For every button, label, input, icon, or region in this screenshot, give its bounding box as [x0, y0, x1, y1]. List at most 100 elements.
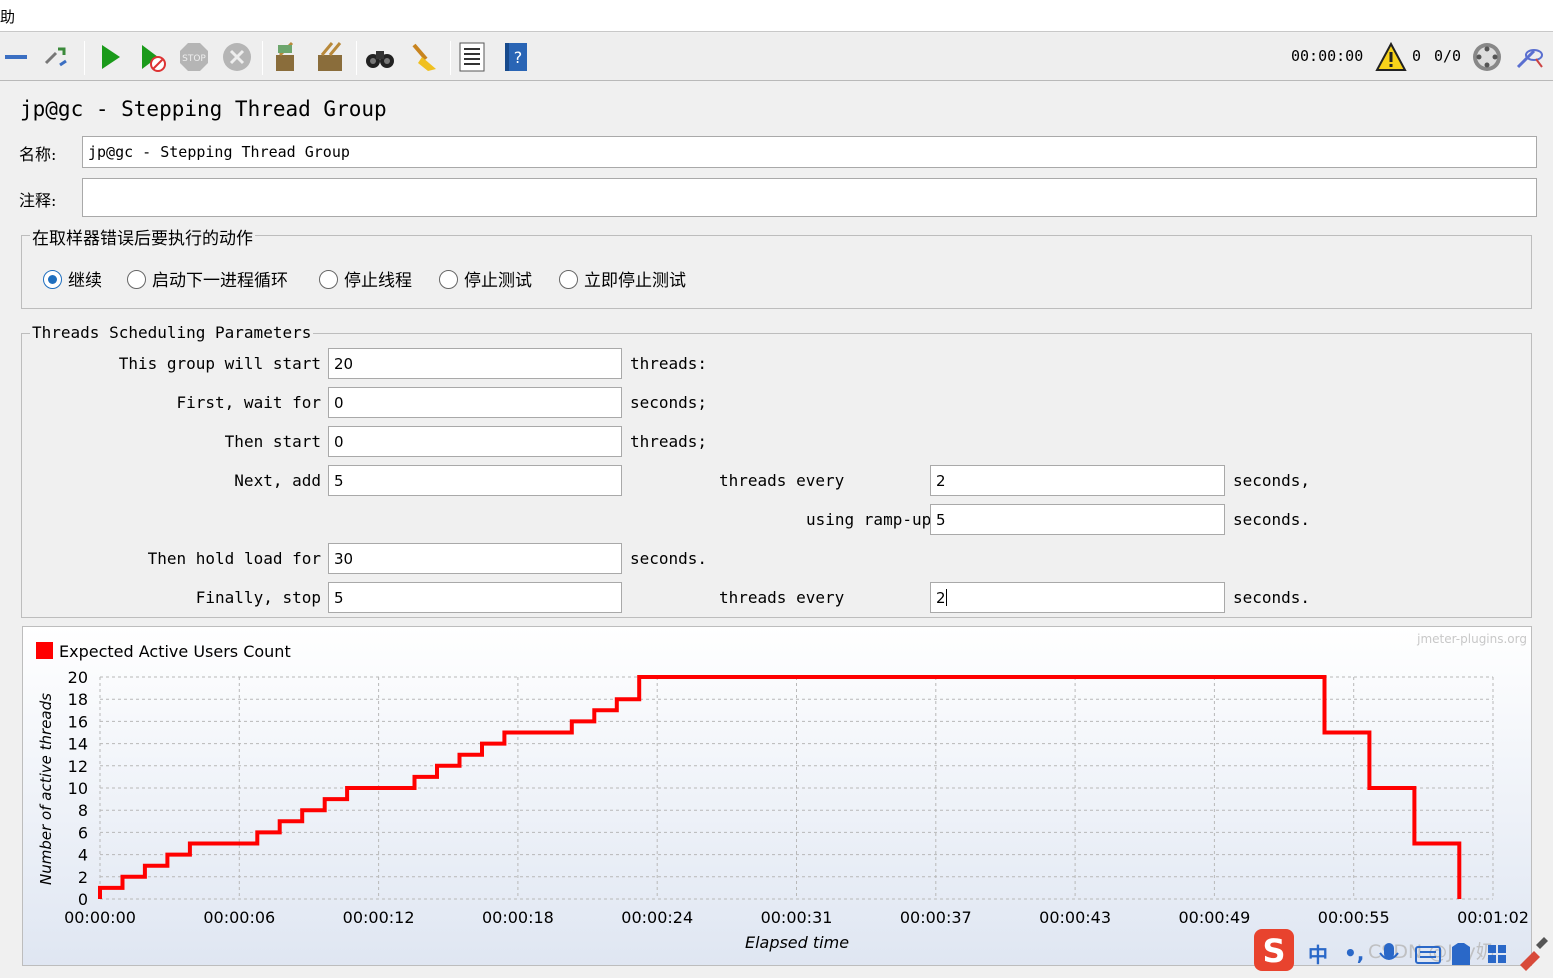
stop-every-label: threads every: [719, 588, 845, 607]
menu-item-help[interactable]: 助: [0, 6, 15, 27]
next-add-every-label: threads every: [719, 471, 845, 490]
y-tick-label: 16: [68, 712, 88, 731]
ime-punct-label[interactable]: •,: [1344, 941, 1364, 965]
initial-delay-unit: seconds;: [630, 393, 708, 412]
chart-svg: jmeter-plugins.org Expected Active Users…: [23, 627, 1531, 965]
then-start-label: Then start: [224, 432, 321, 451]
toolbar: STOP ? 00:00:00 0 0/0: [0, 33, 1553, 81]
collapse-icon[interactable]: [2, 41, 34, 73]
svg-text:?: ?: [514, 48, 523, 67]
y-tick-label: 10: [68, 779, 88, 798]
x-tick-label: 00:00:06: [203, 908, 275, 927]
stop-unit: seconds.: [1233, 588, 1311, 607]
chart-watermark: jmeter-plugins.org: [1416, 632, 1527, 646]
y-tick-label: 12: [68, 757, 88, 776]
toolbar-separator: [84, 41, 85, 75]
x-tick-label: 00:00:18: [482, 908, 554, 927]
start-icon[interactable]: [94, 41, 126, 73]
text-caret: [945, 589, 947, 606]
y-tick-label: 18: [68, 690, 88, 709]
x-tick-label: 00:00:00: [64, 908, 136, 927]
search-icon[interactable]: [364, 41, 396, 73]
name-label: 名称:: [19, 145, 57, 164]
error-action-legend: 在取样器错误后要执行的动作: [30, 224, 255, 249]
remote-icon: [1473, 43, 1501, 71]
comment-label: 注释:: [19, 191, 57, 210]
y-tick-label: 0: [78, 890, 88, 909]
x-axis-label: Elapsed time: [745, 933, 849, 952]
warning-count: 0: [1412, 47, 1422, 65]
radio-start-next-loop[interactable]: 启动下一进程循环: [127, 266, 288, 291]
x-tick-label: 00:00:12: [343, 908, 415, 927]
start-threads-input[interactable]: 20: [328, 348, 622, 379]
x-tick-label: 00:00:43: [1039, 908, 1111, 927]
scheduling-legend: Threads Scheduling Parameters: [30, 323, 314, 342]
start-no-pause-icon[interactable]: [136, 41, 168, 73]
toolbar-separator: [450, 41, 451, 75]
expected-users-chart: jmeter-plugins.org Expected Active Users…: [22, 626, 1532, 966]
elapsed-timer: 00:00:00: [1291, 47, 1364, 65]
warning-icon[interactable]: [1375, 41, 1407, 73]
name-input[interactable]: jp@gc - Stepping Thread Group: [82, 136, 1537, 168]
y-axis-label: Number of active threads: [37, 693, 55, 885]
stop-threads-label: Finally, stop: [195, 588, 321, 607]
next-add-unit: seconds,: [1233, 471, 1311, 490]
then-start-input[interactable]: 0: [328, 426, 622, 457]
svg-text:S: S: [1262, 932, 1285, 970]
thread-count: 0/0: [1434, 47, 1462, 65]
y-tick-label: 6: [78, 823, 88, 842]
hold-load-unit: seconds.: [630, 549, 708, 568]
next-add-every-input[interactable]: 2: [930, 465, 1225, 496]
toggle-icon[interactable]: [42, 41, 74, 73]
toolbar-separator: [356, 41, 357, 75]
hold-load-input[interactable]: 30: [328, 543, 622, 574]
y-tick-label: 2: [78, 868, 88, 887]
initial-delay-input[interactable]: 0: [328, 387, 622, 418]
x-tick-label: 00:00:24: [621, 908, 693, 927]
ime-toolbar-svg: S 中 •, CSDN @Jay奶: [1254, 929, 1548, 971]
radio-stop-test[interactable]: 停止测试: [439, 266, 532, 291]
clear-all-icon[interactable]: [314, 41, 346, 73]
rampup-unit: seconds.: [1233, 510, 1311, 529]
initial-delay-label: First, wait for: [176, 393, 322, 412]
y-tick-label: 20: [68, 668, 88, 687]
ime-toolbar: S 中 •, CSDN @Jay奶: [1250, 925, 1553, 974]
rampup-input[interactable]: 5: [930, 504, 1225, 535]
radio-continue-selected[interactable]: [43, 270, 62, 289]
y-tick-label: 14: [68, 735, 88, 754]
x-tick-label: 00:00:37: [900, 908, 972, 927]
svg-text:STOP: STOP: [182, 54, 206, 64]
start-threads-unit: threads:: [630, 354, 708, 373]
ime-mode-label[interactable]: 中: [1308, 943, 1328, 967]
next-add-input[interactable]: 5: [328, 465, 622, 496]
hold-load-label: Then hold load for: [147, 549, 321, 568]
radio-stop-thread[interactable]: 停止线程: [319, 266, 412, 291]
then-start-unit: threads;: [630, 432, 708, 451]
next-add-label: Next, add: [234, 471, 321, 490]
function-helper-icon[interactable]: [456, 41, 488, 73]
clear-icon[interactable]: [270, 41, 302, 73]
tools-icon[interactable]: [1520, 937, 1548, 971]
y-tick-label: 4: [78, 846, 88, 865]
legend-label: Expected Active Users Count: [59, 642, 291, 661]
x-tick-label: 00:00:31: [761, 908, 833, 927]
menu-bar: 助: [0, 0, 1553, 32]
legend-swatch: [36, 642, 53, 659]
y-tick-label: 8: [78, 801, 88, 820]
toolbar-separator: [262, 41, 263, 75]
radio-continue[interactable]: 继续: [43, 266, 102, 291]
log-icon[interactable]: [1514, 41, 1546, 73]
stop-every-input[interactable]: 2: [930, 582, 1225, 613]
panel-title: jp@gc - Stepping Thread Group: [20, 97, 387, 121]
stop-threads-input[interactable]: 5: [328, 582, 622, 613]
radio-stop-test-now[interactable]: 立即停止测试: [559, 266, 686, 291]
shutdown-icon[interactable]: [221, 41, 253, 73]
reset-search-icon[interactable]: [408, 41, 440, 73]
clothes-icon[interactable]: [1452, 943, 1470, 965]
comment-input[interactable]: [82, 178, 1537, 217]
rampup-label: using ramp-up: [806, 510, 932, 529]
x-tick-label: 00:00:49: [1178, 908, 1250, 927]
start-threads-label: This group will start: [118, 354, 321, 373]
stop-icon[interactable]: STOP: [178, 41, 210, 73]
help-icon[interactable]: ?: [500, 41, 532, 73]
